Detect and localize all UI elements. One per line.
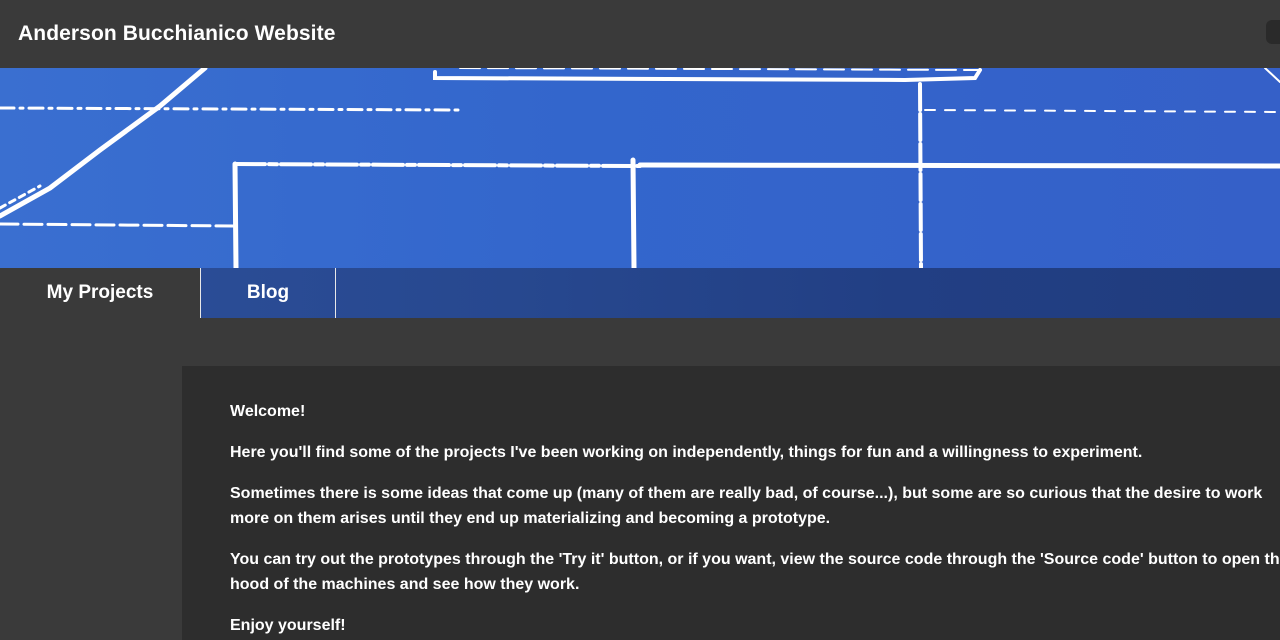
tab-my-projects[interactable]: My Projects [0,268,200,318]
prototypes-paragraph: You can try out the prototypes through t… [230,551,1280,593]
welcome-heading: Welcome! [230,403,306,420]
site-title[interactable]: Anderson Bucchianico Website [18,22,335,46]
ideas-paragraph: Sometimes there is some ideas that come … [230,485,1263,527]
main-content: Welcome! Here you'll find some of the pr… [182,366,1280,640]
intro-paragraph: Here you'll find some of the projects I'… [230,444,1143,461]
top-header: Anderson Bucchianico Website [0,0,1280,68]
header-menu-toggle[interactable] [1266,20,1280,44]
closing-paragraph: Enjoy yourself! [230,617,346,634]
blueprint-banner [0,68,1280,268]
blueprint-pattern-icon [0,68,1280,268]
tab-blog[interactable]: Blog [200,268,336,318]
main-nav: My Projects Blog [0,268,1280,318]
